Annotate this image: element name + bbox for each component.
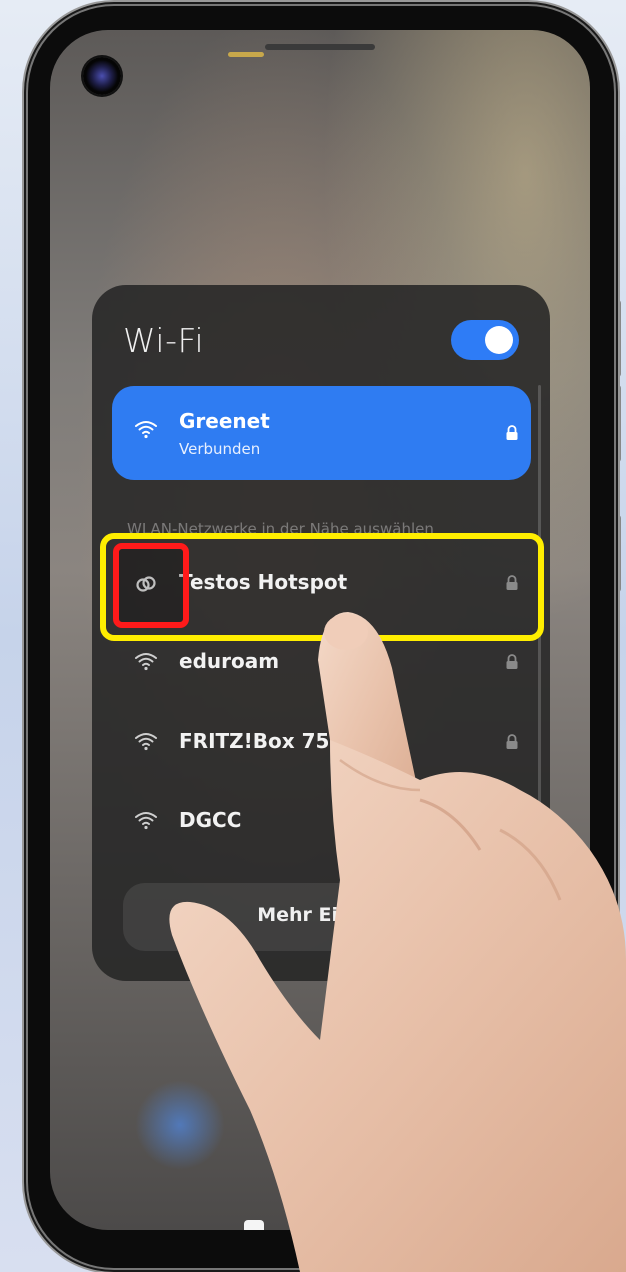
pointing-hand <box>169 612 626 1272</box>
